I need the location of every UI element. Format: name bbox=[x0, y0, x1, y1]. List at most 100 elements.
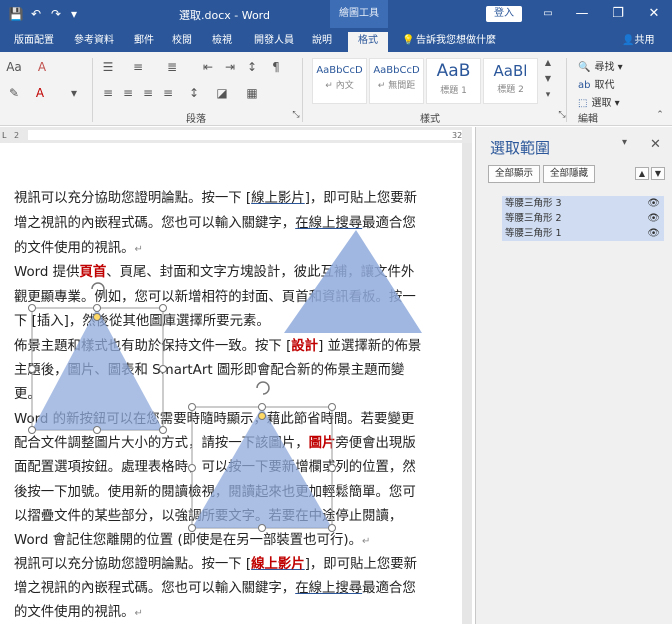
align-left-icon[interactable]: ≡ bbox=[100, 86, 116, 100]
style-no-spacing[interactable]: AaBbCcD ↵ 無間距 bbox=[369, 58, 424, 104]
window-title: 選取.docx - Word bbox=[178, 9, 270, 22]
clear-format-icon[interactable]: A bbox=[34, 60, 50, 74]
highlight-icon[interactable]: ✎ bbox=[6, 86, 22, 100]
styles-dialog-icon[interactable]: ⤡ bbox=[554, 110, 570, 120]
styles-scroll-down-icon[interactable]: ▼ bbox=[540, 74, 556, 83]
ruler-number: 32 bbox=[452, 131, 463, 140]
title-bar: 💾 ↶ ↷ ▾ 選取.docx - Word 繪圖工具 登入 ▭ — ❐ ✕ bbox=[0, 0, 672, 28]
ruler-number: 2 bbox=[14, 131, 20, 140]
style-normal[interactable]: AaBbCcD ↵ 內文 bbox=[312, 58, 367, 104]
minimize-button[interactable]: — bbox=[566, 0, 598, 28]
change-case-icon[interactable]: Aa bbox=[6, 60, 22, 74]
replace-icon: ab bbox=[578, 80, 591, 91]
style-heading-1[interactable]: AaB 標題 1 bbox=[426, 58, 481, 104]
tab-developer[interactable]: 開發人員 bbox=[254, 32, 294, 50]
style-name: 標題 2 bbox=[497, 85, 524, 95]
align-right-icon[interactable]: ≡ bbox=[140, 86, 156, 100]
select-button[interactable]: ⬚ 選取 ▾ bbox=[578, 94, 620, 109]
style-name: 標題 1 bbox=[440, 86, 467, 96]
find-label: 尋找 bbox=[594, 62, 615, 73]
tell-me-search[interactable]: 告訴我您想做什麼 bbox=[416, 32, 496, 50]
borders-icon[interactable]: ▦ bbox=[244, 86, 260, 100]
tab-stop-selector-icon[interactable]: L bbox=[2, 131, 6, 140]
pane-item-triangle-1[interactable]: 等腰三角形 1 👁 bbox=[502, 226, 664, 241]
share-button[interactable]: 👤共用 bbox=[622, 32, 654, 50]
numbering-icon[interactable]: ≡ bbox=[130, 60, 146, 74]
close-button[interactable]: ✕ bbox=[638, 0, 670, 28]
find-button[interactable]: 🔍 尋找 ▾ bbox=[578, 58, 623, 73]
replace-label: 取代 bbox=[594, 80, 615, 91]
send-backward-button[interactable]: ▼ bbox=[651, 167, 665, 180]
increase-indent-icon[interactable]: ⇥ bbox=[222, 60, 238, 74]
pane-item-triangle-3[interactable]: 等腰三角形 3 👁 bbox=[502, 196, 664, 211]
align-center-icon[interactable]: ≡ bbox=[120, 86, 136, 100]
divider bbox=[566, 58, 567, 122]
find-icon: 🔍 bbox=[578, 62, 591, 73]
pane-item-label: 等腰三角形 2 bbox=[505, 213, 562, 224]
paragraph-group-label: 段落 bbox=[186, 114, 206, 125]
styles-group-label: 樣式 bbox=[420, 114, 440, 125]
collapse-ribbon-icon[interactable]: ⌃ bbox=[652, 110, 668, 120]
style-preview: AaBbCcD bbox=[373, 65, 420, 76]
style-heading-2[interactable]: AaBl 標題 2 bbox=[483, 58, 538, 104]
ribbon: Aa A ✎ A ▾ ☰ ≡ ≣ ⇤ ⇥ ↕ ¶ ≡ ≡ ≡ ≡ ↕ ◪ ▦ 段… bbox=[0, 52, 672, 126]
tab-mailings[interactable]: 郵件 bbox=[134, 32, 154, 50]
tab-references[interactable]: 參考資料 bbox=[74, 32, 114, 50]
select-label: 選取 bbox=[591, 98, 612, 109]
style-name: ↵ 無間距 bbox=[377, 81, 416, 91]
triangle-3[interactable] bbox=[284, 230, 422, 333]
style-preview: AaBbCcD bbox=[316, 65, 363, 76]
adjust-handle[interactable] bbox=[258, 412, 266, 420]
justify-icon[interactable]: ≡ bbox=[160, 86, 176, 100]
pane-options-icon[interactable]: ▾ bbox=[622, 137, 627, 148]
shapes-layer bbox=[28, 230, 422, 532]
pane-item-label: 等腰三角形 1 bbox=[505, 228, 562, 239]
bring-forward-button[interactable]: ▲ bbox=[635, 167, 649, 180]
share-label: 共用 bbox=[634, 35, 655, 46]
visibility-eye-icon[interactable]: 👁 bbox=[647, 226, 660, 241]
page[interactable]: 視訊可以充分協助您證明論點。按一下 [線上影片]，即可貼上您要新 增之視訊的內嵌… bbox=[0, 143, 462, 624]
restore-button[interactable]: ❐ bbox=[602, 0, 634, 28]
tab-layout[interactable]: 版面配置 bbox=[14, 32, 54, 50]
shading-icon[interactable]: ◪ bbox=[214, 86, 230, 100]
hide-all-button[interactable]: 全部隱藏 bbox=[543, 165, 596, 183]
tab-review[interactable]: 校閱 bbox=[172, 32, 192, 50]
tab-help[interactable]: 說明 bbox=[312, 32, 332, 50]
person-icon: 👤 bbox=[622, 35, 635, 46]
adjust-handle[interactable] bbox=[93, 313, 101, 321]
lightbulb-icon: 💡 bbox=[402, 35, 415, 46]
style-name: ↵ 內文 bbox=[325, 81, 354, 91]
pane-item-label: 等腰三角形 3 bbox=[505, 198, 562, 209]
sort-icon[interactable]: ↕ bbox=[244, 60, 260, 74]
visibility-eye-icon[interactable]: 👁 bbox=[647, 211, 660, 226]
triangle-1[interactable] bbox=[32, 308, 163, 430]
pane-item-triangle-2[interactable]: 等腰三角形 2 👁 bbox=[502, 211, 664, 226]
replace-button[interactable]: ab 取代 bbox=[578, 76, 614, 91]
font-color-icon[interactable]: A bbox=[32, 86, 48, 100]
decrease-indent-icon[interactable]: ⇤ bbox=[200, 60, 216, 74]
styles-scroll-up-icon[interactable]: ▲ bbox=[540, 58, 556, 67]
line-spacing-icon[interactable]: ↕ bbox=[186, 86, 202, 100]
document-area[interactable]: 視訊可以充分協助您證明論點。按一下 [線上影片]，即可貼上您要新 增之視訊的內嵌… bbox=[0, 143, 472, 624]
divider bbox=[302, 58, 303, 122]
font-dialog-icon[interactable]: ▾ bbox=[66, 86, 82, 100]
divider bbox=[92, 58, 93, 122]
show-marks-icon[interactable]: ¶ bbox=[268, 60, 284, 74]
sign-in-button[interactable]: 登入 bbox=[486, 6, 522, 22]
pane-title: 選取範圍 bbox=[490, 139, 551, 157]
styles-more-icon[interactable]: ▾ bbox=[540, 90, 556, 100]
ribbon-display-icon[interactable]: ▭ bbox=[532, 0, 564, 28]
pane-close-button[interactable]: ✕ bbox=[650, 137, 661, 152]
visibility-eye-icon[interactable]: 👁 bbox=[647, 196, 660, 211]
ribbon-tabs: 版面配置 參考資料 郵件 校閱 檢視 開發人員 說明 格式 💡 告訴我您想做什麼… bbox=[0, 28, 672, 52]
style-preview: AaBl bbox=[493, 62, 528, 80]
bullets-icon[interactable]: ☰ bbox=[100, 60, 116, 74]
triangle-2[interactable] bbox=[192, 407, 332, 528]
multilevel-list-icon[interactable]: ≣ bbox=[164, 60, 180, 74]
tab-view[interactable]: 檢視 bbox=[212, 32, 232, 50]
show-all-button[interactable]: 全部顯示 bbox=[488, 165, 541, 183]
horizontal-ruler[interactable]: L 2 32 bbox=[0, 127, 472, 143]
selection-pane: 選取範圍 ▾ ✕ 全部顯示 全部隱藏 ▲ ▼ 等腰三角形 3 👁 等腰三角形 2… bbox=[475, 127, 672, 624]
drawing-tools-label: 繪圖工具 bbox=[330, 0, 388, 28]
tab-format[interactable]: 格式 bbox=[348, 32, 388, 52]
